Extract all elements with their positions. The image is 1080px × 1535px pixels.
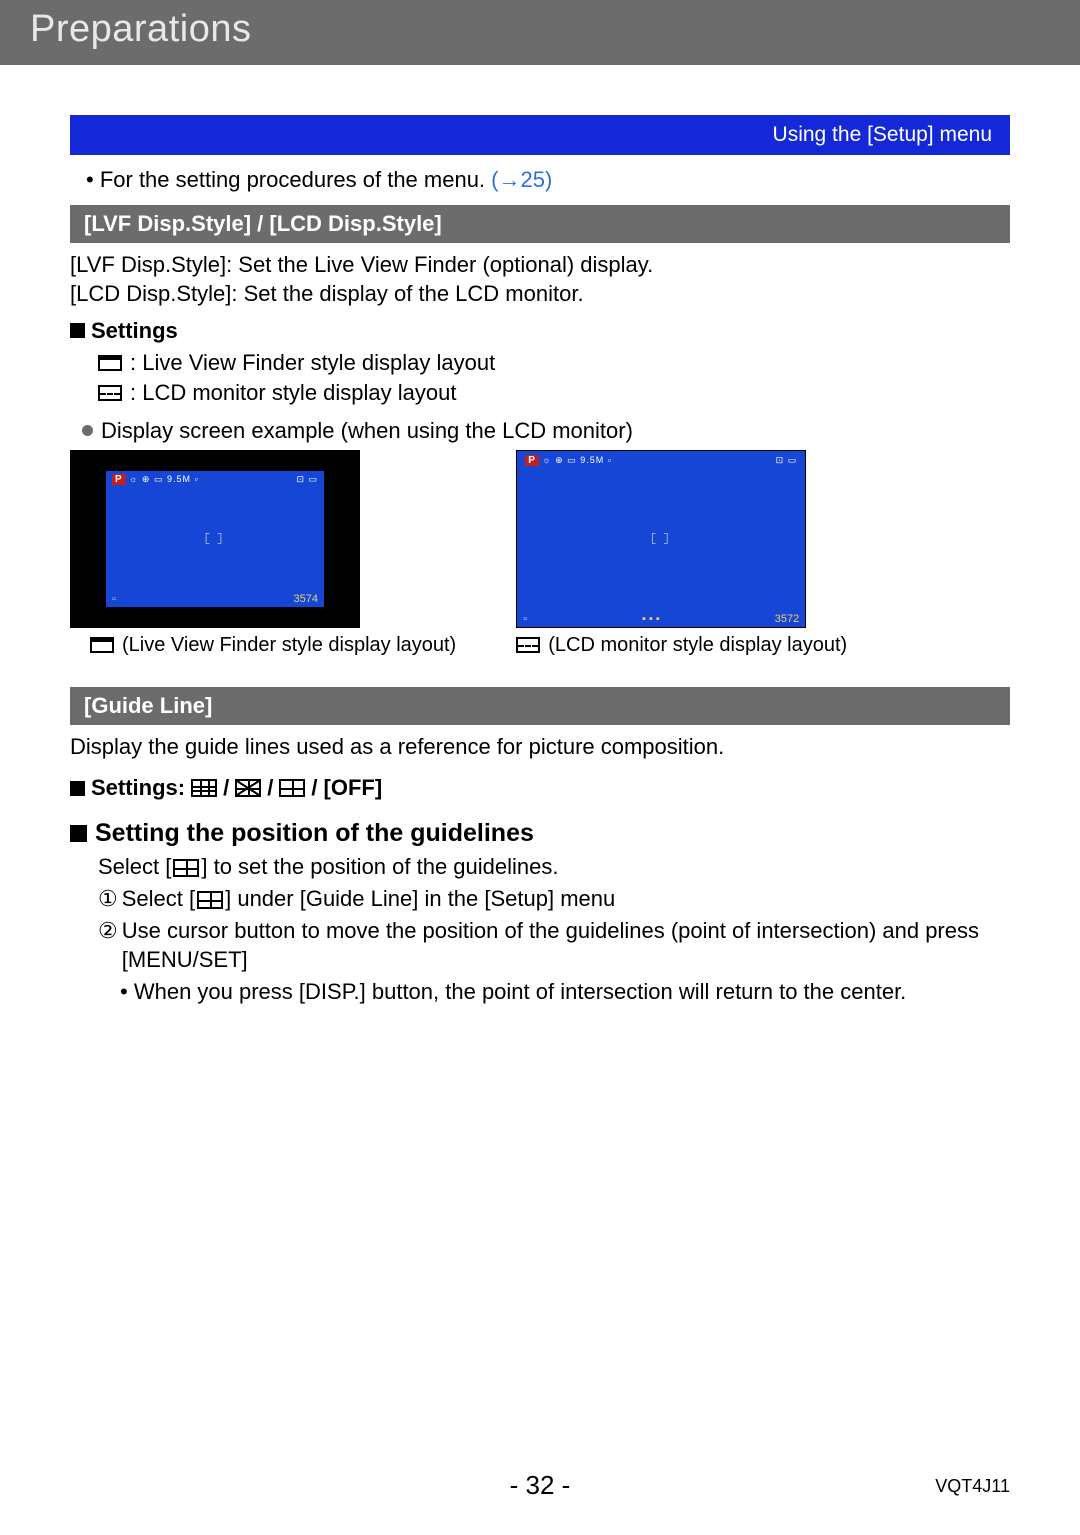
settings-label: Settings	[91, 318, 178, 344]
page-title: Preparations	[30, 8, 251, 50]
osd-res: 9.5M	[580, 455, 604, 465]
example-intro: Display screen example (when using the L…	[82, 418, 1010, 444]
grid-cross-icon	[279, 779, 305, 797]
intro-text: For the setting procedures of the menu.	[100, 167, 491, 192]
disp-style-desc1: [LVF Disp.Style]: Set the Live View Find…	[70, 251, 1010, 280]
osd-res: 9.5M	[167, 474, 191, 484]
content-area: Using the [Setup] menu • For the setting…	[0, 115, 1080, 1007]
lvf-style-icon	[98, 355, 122, 371]
step-1: ① Select [ ] under [Guide Line] in the [S…	[98, 884, 1010, 914]
grid-diagonal-icon	[235, 779, 261, 797]
circle-bullet-icon	[82, 425, 93, 436]
context-bar: Using the [Setup] menu	[70, 115, 1010, 155]
osd-mode-p: P	[525, 455, 539, 466]
circled-two-icon: ②	[98, 916, 118, 975]
cross-ref-link[interactable]: (→25)	[491, 167, 552, 192]
grid-3x3-icon	[191, 779, 217, 797]
page-footer: - 32 -	[0, 1470, 1080, 1501]
osd-counter-lcd: 3572	[775, 613, 799, 625]
screen-lcd-area: P ☼ ⊕ ▭ 9.5M ▫ ⊡ ▭ ┌ ┐└ ┘ ▫▪ ▪ ▪3572	[517, 451, 805, 627]
page-number: - 32 -	[510, 1470, 571, 1501]
setting-option-lcd: : LCD monitor style display layout	[98, 378, 1010, 408]
top-banner: Preparations	[0, 0, 1080, 65]
section2-title: [Guide Line]	[84, 693, 212, 718]
position-body: Select [] to set the position of the gui…	[98, 852, 1010, 1006]
caption-lvf-text: (Live View Finder style display layout)	[122, 634, 456, 657]
guide-line-desc: Display the guide lines used as a refere…	[70, 733, 1010, 762]
settings-prefix: Settings:	[91, 775, 185, 801]
step-2: ② Use cursor button to move the position…	[98, 916, 1010, 975]
example-screens: P ☼ ⊕ ▭ 9.5M ▫ ⊡ ▭ ┌ ┐└ ┘ ▫3574 (Live Vi…	[70, 450, 1010, 657]
caption-lcd: (LCD monitor style display layout)	[516, 634, 847, 657]
intro-line: • For the setting procedures of the menu…	[86, 167, 1010, 193]
screen-lvf: P ☼ ⊕ ▭ 9.5M ▫ ⊡ ▭ ┌ ┐└ ┘ ▫3574	[70, 450, 360, 628]
screen-col-lvf: P ☼ ⊕ ▭ 9.5M ▫ ⊡ ▭ ┌ ┐└ ┘ ▫3574 (Live Vi…	[70, 450, 456, 657]
position-line1: Select [ ] to set the position of the gui…	[98, 852, 1010, 882]
settings-heading-row: Settings	[70, 318, 1010, 344]
osd-mode-p: P	[112, 474, 126, 485]
lcd-style-icon	[516, 637, 540, 653]
screen-lvf-area: P ☼ ⊕ ▭ 9.5M ▫ ⊡ ▭ ┌ ┐└ ┘ ▫3574	[106, 471, 324, 607]
txt: Select [	[98, 854, 171, 879]
caption-lvf: (Live View Finder style display layout)	[70, 634, 456, 657]
osd-counter-lvf: 3574	[294, 593, 318, 605]
txt: Select [	[122, 886, 195, 911]
section-guide-line: [Guide Line] Display the guide lines use…	[70, 687, 1010, 1007]
section-header-disp-style: [LVF Disp.Style] / [LCD Disp.Style]	[70, 205, 1010, 243]
setting-option-lcd-text: : LCD monitor style display layout	[130, 378, 456, 408]
txt: ] under [Guide Line] in the [Setup] menu	[225, 886, 615, 911]
slash: /	[267, 775, 273, 801]
slash: /	[311, 775, 317, 801]
screen-col-lcd: P ☼ ⊕ ▭ 9.5M ▫ ⊡ ▭ ┌ ┐└ ┘ ▫▪ ▪ ▪3572 (LC…	[516, 450, 847, 657]
step-1-text: Select [ ] under [Guide Line] in the [Set…	[122, 884, 616, 914]
position-heading: Setting the position of the guidelines	[70, 819, 1010, 848]
osd-top-lcd: P ☼ ⊕ ▭ 9.5M ▫ ⊡ ▭	[525, 455, 797, 466]
crop-marks-icon: ┌ ┐└ ┘	[649, 528, 673, 550]
lvf-style-icon	[90, 637, 114, 653]
document-id: VQT4J11	[935, 1476, 1010, 1497]
crop-marks-icon: ┌ ┐└ ┘	[203, 528, 227, 550]
off-label: [OFF]	[324, 775, 383, 801]
step-note-text: When you press [DISP.] button, the point…	[134, 979, 906, 1004]
step-2-text: Use cursor button to move the position o…	[122, 916, 1010, 975]
disp-style-desc2: [LCD Disp.Style]: Set the display of the…	[70, 280, 1010, 309]
lcd-style-icon	[98, 385, 122, 401]
osd-bottom-lvf: ▫3574	[112, 593, 318, 605]
section-header-guide-line: [Guide Line]	[70, 687, 1010, 725]
grid-cross-icon	[173, 859, 199, 877]
setting-option-lvf: : Live View Finder style display layout	[98, 348, 1010, 378]
setting-option-lvf-text: : Live View Finder style display layout	[130, 348, 495, 378]
osd-top-lvf: P ☼ ⊕ ▭ 9.5M ▫ ⊡ ▭	[112, 474, 318, 485]
guide-line-settings-row: Settings: / / / [OFF]	[70, 775, 1010, 801]
context-bar-text: Using the [Setup] menu	[773, 123, 992, 147]
square-bullet-icon	[70, 825, 87, 842]
section1-title: [LVF Disp.Style] / [LCD Disp.Style]	[84, 211, 442, 236]
position-heading-text: Setting the position of the guidelines	[95, 819, 534, 848]
settings-options: : Live View Finder style display layout …	[98, 348, 1010, 407]
circled-one-icon: ①	[98, 884, 118, 914]
square-bullet-icon	[70, 323, 85, 338]
slash: /	[223, 775, 229, 801]
txt: ] to set the position of the guidelines.	[201, 854, 558, 879]
caption-lcd-text: (LCD monitor style display layout)	[548, 634, 847, 657]
osd-bottom-lcd: ▫▪ ▪ ▪3572	[523, 613, 799, 625]
grid-cross-icon	[197, 891, 223, 909]
example-intro-text: Display screen example (when using the L…	[101, 418, 633, 444]
step-note: • When you press [DISP.] button, the poi…	[120, 977, 1010, 1007]
screen-lcd: P ☼ ⊕ ▭ 9.5M ▫ ⊡ ▭ ┌ ┐└ ┘ ▫▪ ▪ ▪3572	[516, 450, 806, 628]
square-bullet-icon	[70, 781, 85, 796]
